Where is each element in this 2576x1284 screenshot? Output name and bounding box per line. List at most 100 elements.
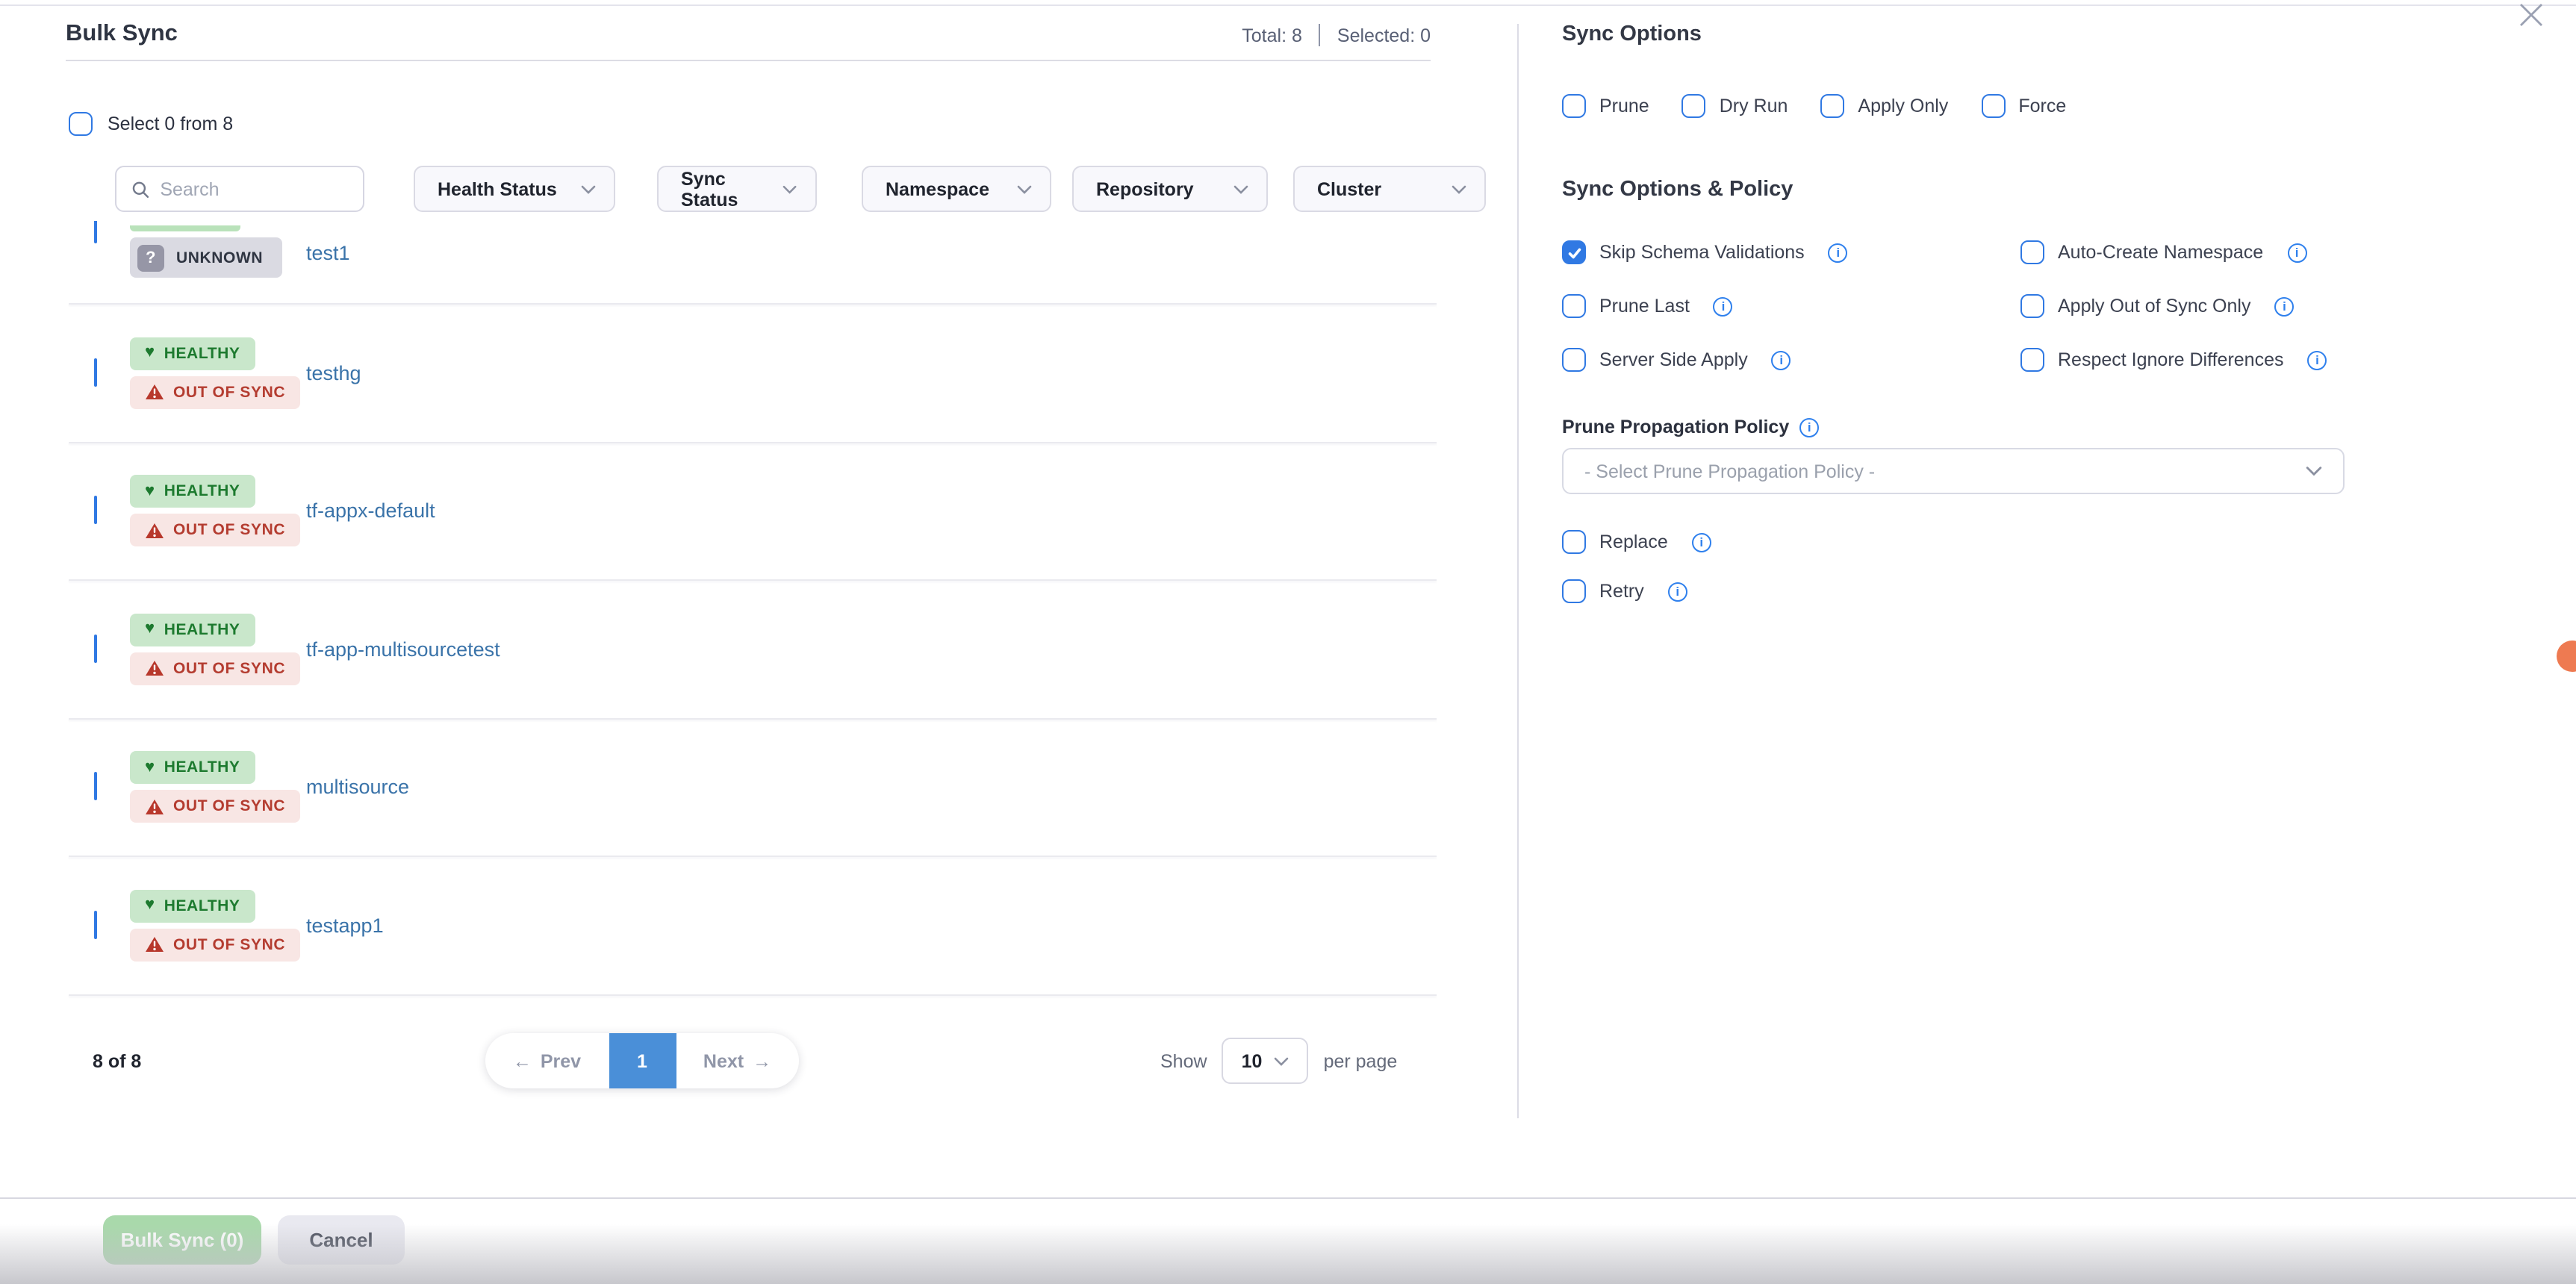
per-page-label: per page bbox=[1324, 1050, 1398, 1071]
chevron-down-icon bbox=[581, 184, 596, 193]
next-page-button[interactable]: Next → bbox=[676, 1033, 799, 1088]
row-check-wrap bbox=[94, 498, 97, 525]
info-icon[interactable]: i bbox=[1668, 582, 1687, 601]
prune-policy-select[interactable]: - Select Prune Propagation Policy - bbox=[1562, 448, 2345, 494]
warning-icon bbox=[145, 523, 164, 539]
prev-page-button[interactable]: ← Prev bbox=[485, 1033, 609, 1088]
app-name-link[interactable]: tf-app-multisourcetest bbox=[306, 638, 500, 661]
filter-health-status[interactable]: Health Status bbox=[414, 166, 615, 212]
page-size-select[interactable]: 10 bbox=[1222, 1038, 1309, 1084]
heart-icon: ♥ bbox=[145, 346, 155, 362]
cancel-button[interactable]: Cancel bbox=[278, 1215, 405, 1265]
info-icon[interactable]: i bbox=[1799, 417, 1819, 437]
dialog-top-border bbox=[0, 4, 2576, 6]
policy-option-label: Respect Ignore Differences bbox=[2058, 349, 2284, 370]
sync-option-option: Force bbox=[1981, 94, 2066, 118]
policy-option-checkbox[interactable] bbox=[1562, 240, 1586, 264]
policy-option-option: Prune Last i bbox=[1562, 294, 2020, 318]
panel-divider bbox=[1517, 24, 1519, 1118]
filter-cluster[interactable]: Cluster bbox=[1293, 166, 1486, 212]
sync-option-checkbox[interactable] bbox=[1562, 94, 1586, 118]
app-row: ♥HEALTHY OUT OF SYNC testhg bbox=[0, 305, 1516, 441]
pagination: ← Prev 1 Next → bbox=[485, 1033, 799, 1088]
info-icon[interactable]: i bbox=[1692, 532, 1711, 552]
sync-option-option: Apply Only bbox=[1820, 94, 1948, 118]
chevron-down-icon bbox=[2306, 466, 2322, 476]
policy-option-label: Server Side Apply bbox=[1599, 349, 1748, 370]
sync-option-label: Apply Only bbox=[1858, 96, 1948, 116]
row-check-wrap bbox=[94, 221, 97, 243]
app-checkbox[interactable] bbox=[94, 221, 97, 243]
app-row: ♥HEALTHYOUT OF SYNCtf-app-multisourcetes… bbox=[0, 581, 1516, 717]
sync-option-checkbox[interactable] bbox=[1682, 94, 1706, 118]
sync-option-checkbox[interactable] bbox=[1820, 94, 1844, 118]
app-checkbox[interactable] bbox=[94, 773, 97, 801]
app-checkbox[interactable] bbox=[94, 496, 97, 525]
sync-badge: ?UNKNOWN bbox=[130, 237, 282, 278]
app-name-link[interactable]: test1 bbox=[306, 242, 350, 264]
filter-namespace[interactable]: Namespace bbox=[862, 166, 1051, 212]
total-count: Total: 8 bbox=[1242, 25, 1302, 46]
app-name-link[interactable]: testhg bbox=[306, 362, 361, 384]
filter-sync-status[interactable]: Sync Status bbox=[657, 166, 817, 212]
right-arrow-icon: → bbox=[753, 1050, 771, 1071]
heart-icon: ♥ bbox=[145, 760, 155, 776]
bulk-sync-button[interactable]: Bulk Sync (0) bbox=[103, 1215, 261, 1265]
info-icon[interactable]: i bbox=[1829, 243, 1848, 262]
health-badge-label: HEALTHY bbox=[164, 759, 240, 777]
app-checkbox[interactable] bbox=[94, 635, 97, 663]
sync-badge-label: UNKNOWN bbox=[176, 249, 263, 267]
search-icon bbox=[131, 178, 149, 199]
status-badges: ♥HEALTHYOUT OF SYNC bbox=[130, 476, 300, 547]
search-input[interactable] bbox=[160, 178, 348, 199]
app-name-link[interactable]: testapp1 bbox=[306, 914, 384, 937]
title-divider bbox=[66, 60, 1431, 61]
select-all-row: Select 0 from 8 bbox=[69, 112, 233, 136]
filter-repository[interactable]: Repository bbox=[1072, 166, 1268, 212]
policy-option-option: Auto-Create Namespacei bbox=[2020, 240, 2327, 264]
page-number-button[interactable]: 1 bbox=[609, 1033, 676, 1088]
info-icon[interactable]: i bbox=[2308, 350, 2327, 370]
app-name-link[interactable]: tf-appx-default bbox=[306, 500, 435, 523]
app-checkbox[interactable] bbox=[94, 911, 97, 939]
sync-policy-options: Skip Schema ValidationsiAuto-Create Name… bbox=[1562, 240, 2327, 372]
extra-option-checkbox[interactable] bbox=[1562, 530, 1586, 554]
sync-badge-label: OUT OF SYNC bbox=[173, 798, 285, 816]
app-checkbox[interactable] bbox=[94, 358, 97, 387]
totals-separator bbox=[1319, 24, 1321, 46]
warning-icon bbox=[145, 384, 164, 401]
page-size-value: 10 bbox=[1242, 1050, 1263, 1071]
health-badge-clipped bbox=[130, 225, 240, 231]
row-divider bbox=[69, 994, 1437, 995]
sync-option-option: Dry Run bbox=[1682, 94, 1788, 118]
policy-option-option: Respect Ignore Differences i bbox=[2020, 348, 2327, 372]
info-icon[interactable]: i bbox=[2274, 296, 2294, 316]
policy-option-checkbox[interactable] bbox=[2020, 240, 2044, 264]
extra-option-label: Retry bbox=[1599, 581, 1644, 602]
status-badges: ?UNKNOWN bbox=[130, 237, 282, 278]
info-icon[interactable]: i bbox=[1772, 350, 1791, 370]
policy-option-label: Apply Out of Sync Only bbox=[2058, 296, 2250, 317]
select-all-checkbox[interactable] bbox=[69, 112, 93, 136]
prune-policy-label-row: Prune Propagation Policy i bbox=[1562, 417, 1819, 437]
row-check-wrap bbox=[94, 360, 97, 387]
filter-label: Cluster bbox=[1317, 178, 1381, 199]
status-badges: ♥ HEALTHY OUT OF SYNC bbox=[130, 752, 300, 823]
policy-option-checkbox[interactable] bbox=[1562, 294, 1586, 318]
close-icon[interactable] bbox=[2518, 1, 2545, 28]
retry-option-slot: Retry i bbox=[1562, 579, 1687, 603]
show-label: Show bbox=[1160, 1050, 1207, 1071]
policy-option-label: Prune Last bbox=[1599, 296, 1690, 317]
sync-policy-title: Sync Options & Policy bbox=[1562, 178, 1793, 202]
heart-icon: ♥ bbox=[145, 898, 155, 914]
policy-option-checkbox[interactable] bbox=[1562, 348, 1586, 372]
policy-option-checkbox[interactable] bbox=[2020, 348, 2044, 372]
health-badge: ♥HEALTHY bbox=[130, 337, 255, 370]
sync-badge-label: OUT OF SYNC bbox=[173, 384, 285, 402]
extra-option-checkbox[interactable] bbox=[1562, 579, 1586, 603]
policy-option-checkbox[interactable] bbox=[2020, 294, 2044, 318]
app-name-link[interactable]: multisource bbox=[306, 776, 409, 799]
info-icon[interactable]: i bbox=[2287, 243, 2306, 262]
sync-option-checkbox[interactable] bbox=[1981, 94, 2005, 118]
info-icon[interactable]: i bbox=[1714, 296, 1733, 316]
